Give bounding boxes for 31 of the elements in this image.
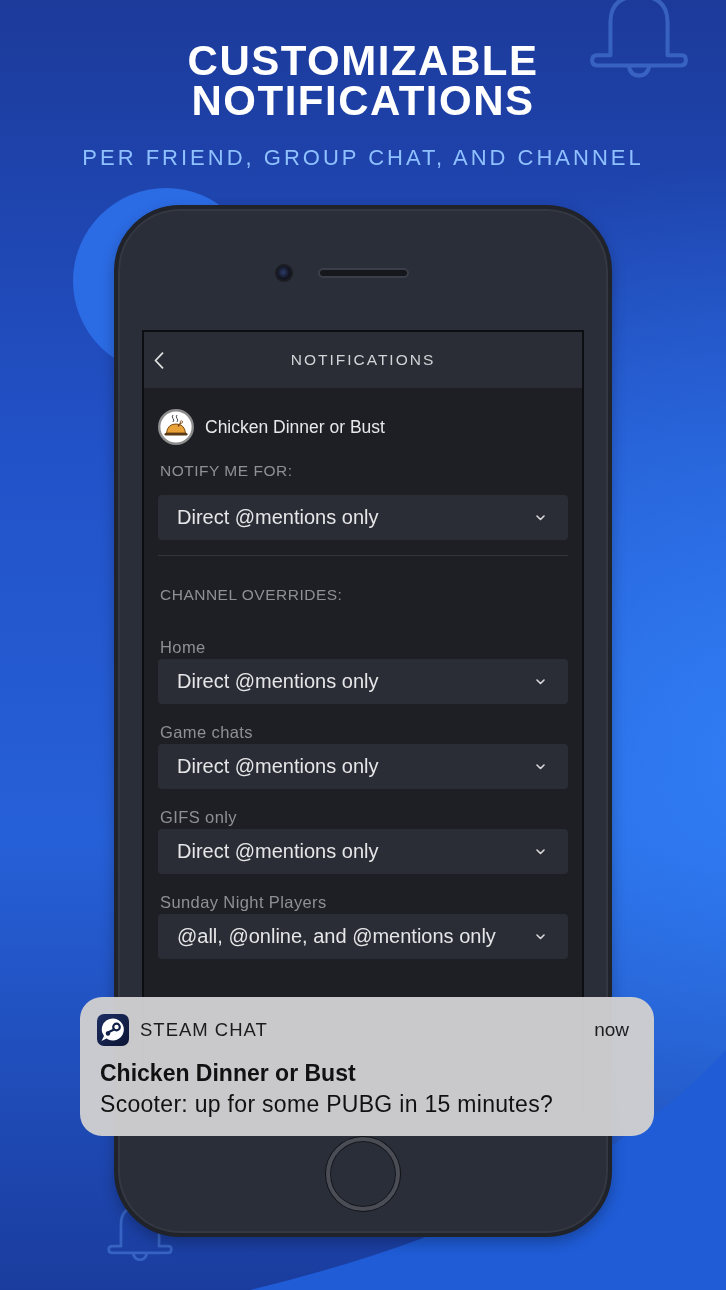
- back-button[interactable]: [154, 351, 164, 369]
- app-name: STEAM CHAT: [140, 1019, 268, 1041]
- subheadline: PER FRIEND, GROUP CHAT, AND CHANNEL: [82, 145, 644, 171]
- chevron-down-icon: [536, 848, 545, 855]
- channel-dropdown[interactable]: Direct @mentions only: [158, 744, 568, 789]
- section-label: CHANNEL OVERRIDES:: [159, 586, 344, 604]
- channel-name: Sunday Night Players: [159, 893, 328, 911]
- screen-title: NOTIFICATIONS: [290, 351, 436, 369]
- channel-dropdown[interactable]: Direct @mentions only: [158, 659, 568, 704]
- notification-message: Scooter: up for some PUBG in 15 minutes?: [100, 1091, 555, 1117]
- chevron-left-icon: [154, 351, 164, 369]
- group-name: Chicken Dinner or Bust: [205, 416, 385, 438]
- chevron-down-icon: [536, 763, 545, 770]
- chevron-down-icon: [536, 678, 545, 685]
- bell-icon: [588, 0, 690, 79]
- channel-dropdown[interactable]: Direct @mentions only: [158, 829, 568, 874]
- channel-name: GIFS only: [159, 808, 238, 826]
- channel-name: Home: [159, 638, 207, 656]
- notification-title: Chicken Dinner or Bust: [100, 1060, 357, 1086]
- camera-lens: [276, 266, 291, 280]
- channel-dropdown[interactable]: @all, @online, and @mentions only: [158, 914, 568, 959]
- section-label: NOTIFY ME FOR:: [159, 462, 294, 480]
- roast-chicken-icon: [158, 409, 194, 445]
- channel-name: Game chats: [159, 723, 254, 741]
- chevron-down-icon: [536, 514, 545, 521]
- notify-dropdown[interactable]: Direct @mentions only: [158, 495, 568, 540]
- headline: CUSTOMIZABLE NOTIFICATIONS: [186, 41, 540, 121]
- chevron-down-icon: [536, 933, 545, 940]
- notification-toast[interactable]: STEAM CHAT now Chicken Dinner or Bust Scooter: up for some PUBG in 15 minutes?: [80, 997, 654, 1136]
- app-icon: [97, 1014, 129, 1046]
- notification-time: now: [594, 1019, 629, 1041]
